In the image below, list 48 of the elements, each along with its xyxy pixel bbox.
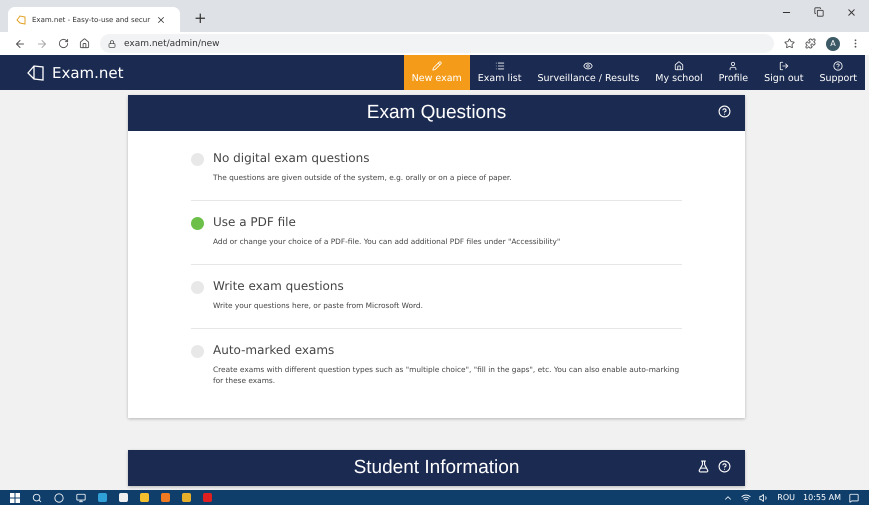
logo-icon	[26, 62, 46, 82]
close-icon[interactable]	[156, 14, 166, 24]
app-icon[interactable]	[161, 493, 170, 502]
card-title: Exam Questions	[366, 102, 506, 124]
help-icon	[833, 61, 844, 71]
help-icon[interactable]	[718, 105, 731, 118]
option-title: Use a PDF file	[213, 215, 297, 230]
help-icon[interactable]	[718, 460, 731, 473]
nav-item[interactable]: Profile	[710, 55, 756, 90]
radio-button[interactable]	[191, 217, 204, 230]
sign-out-icon	[778, 61, 789, 71]
bookmark-star-icon[interactable]	[784, 38, 795, 49]
pencil-icon	[432, 61, 442, 71]
new-tab-button[interactable]: +	[194, 9, 207, 27]
restore-icon[interactable]	[814, 6, 824, 16]
nav-item[interactable]: My school	[647, 55, 711, 90]
back-icon[interactable]	[14, 38, 26, 50]
nav-item[interactable]: Exam list	[470, 55, 530, 90]
notifications-icon[interactable]	[849, 492, 859, 502]
task-view-icon[interactable]	[76, 492, 86, 502]
clock[interactable]: 10:55 AM	[803, 493, 841, 502]
search-icon[interactable]	[32, 492, 42, 502]
profile-avatar[interactable]: A	[826, 36, 840, 50]
user-icon	[728, 61, 738, 71]
brand-name[interactable]: Exam.net	[52, 64, 124, 82]
network-icon[interactable]	[741, 492, 752, 502]
volume-icon[interactable]	[759, 492, 770, 502]
windows-start-icon[interactable]	[10, 492, 20, 502]
address-field[interactable]: exam.net/admin/new	[100, 34, 774, 53]
option-title: Write exam questions	[213, 279, 345, 294]
home-icon	[674, 61, 684, 71]
option-title: No digital exam questions	[213, 151, 370, 165]
language-indicator[interactable]: ROU	[777, 493, 796, 502]
app-icon[interactable]	[98, 493, 107, 502]
lock-icon	[108, 40, 116, 48]
nav-item[interactable]: Surveillance / Results	[529, 55, 648, 90]
logo-icon	[16, 14, 26, 24]
close-icon[interactable]	[846, 6, 857, 18]
eye-icon	[583, 61, 594, 71]
nav-item[interactable]: Support	[811, 55, 865, 90]
app-icon[interactable]	[182, 493, 191, 502]
reload-icon[interactable]	[58, 38, 69, 49]
home-icon[interactable]	[79, 38, 90, 49]
nav-item[interactable]: Sign out	[756, 55, 812, 90]
flask-icon[interactable]	[697, 460, 710, 473]
option-title: Auto-marked exams	[213, 343, 336, 358]
extensions-icon[interactable]	[805, 38, 816, 49]
card-title: Student Information	[354, 456, 520, 479]
